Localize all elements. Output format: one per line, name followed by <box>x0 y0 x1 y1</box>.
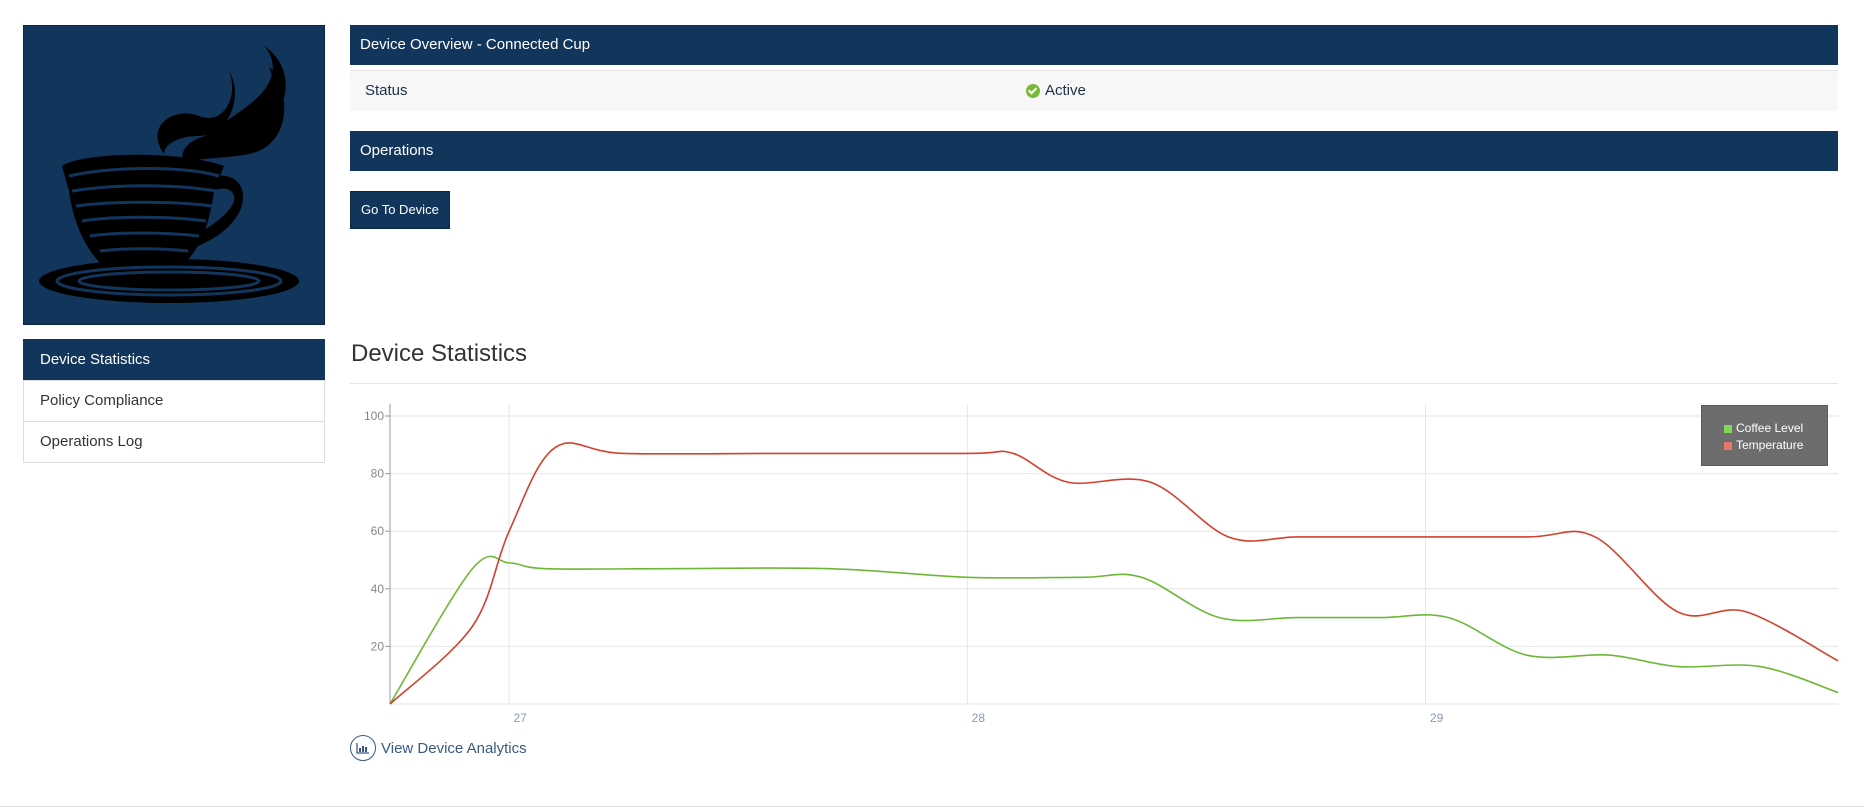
x-tick-label: 27 <box>513 711 527 725</box>
go-to-device-button[interactable]: Go To Device <box>350 191 450 229</box>
page-bottom-divider <box>0 806 1864 807</box>
legend-label-temperature: Temperature <box>1736 438 1804 452</box>
status-row: Status Active <box>350 70 1838 111</box>
x-tick-label: 29 <box>1430 711 1444 725</box>
y-tick-label: 40 <box>371 582 385 596</box>
device-statistics-chart: 20 40 60 80 100 27 28 29 <box>364 404 1839 725</box>
y-tick-label: 20 <box>371 639 385 653</box>
device-statistics-title: Device Statistics <box>351 340 528 367</box>
legend-item-coffee-level: Coffee Level <box>1724 420 1827 437</box>
chart-legend: Coffee Level Temperature <box>1701 405 1828 466</box>
status-label: Status <box>365 82 408 99</box>
operations-heading: Operations <box>350 131 1838 171</box>
legend-swatch-coffee-level <box>1724 424 1732 433</box>
analytics-chart-icon <box>350 735 376 761</box>
legend-swatch-temperature <box>1724 441 1732 450</box>
view-device-analytics-link[interactable]: View Device Analytics <box>350 735 527 761</box>
side-nav-item-device-statistics[interactable]: Device Statistics <box>23 339 325 381</box>
series-line-temperature <box>389 442 1839 705</box>
check-circle-icon <box>1026 84 1040 98</box>
side-nav-item-operations-log[interactable]: Operations Log <box>23 421 325 463</box>
device-image <box>23 25 325 325</box>
series-line-coffee-level <box>389 555 1839 705</box>
x-tick-label: 28 <box>972 711 986 725</box>
legend-label-coffee-level: Coffee Level <box>1736 421 1804 435</box>
section-divider <box>350 383 1838 384</box>
y-tick-label: 100 <box>364 409 384 423</box>
side-nav: Device Statistics Policy Compliance Oper… <box>23 339 325 463</box>
device-overview-heading: Device Overview - Connected Cup <box>350 25 1838 65</box>
status-value: Active <box>1026 71 1086 111</box>
side-nav-item-policy-compliance[interactable]: Policy Compliance <box>23 380 325 422</box>
view-device-analytics-label: View Device Analytics <box>381 739 527 757</box>
coffee-cup-icon <box>39 46 299 303</box>
y-tick-label: 80 <box>371 467 385 481</box>
y-tick-label: 60 <box>371 524 385 538</box>
status-text: Active <box>1045 82 1086 99</box>
legend-item-temperature: Temperature <box>1724 437 1827 454</box>
